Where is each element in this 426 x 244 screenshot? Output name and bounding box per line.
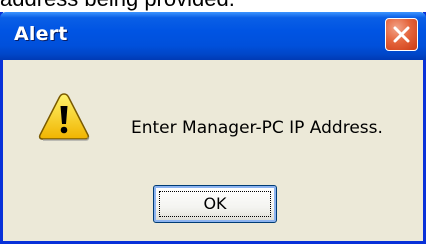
background-text: address being provided. — [0, 0, 426, 12]
alert-message: Enter Manager-PC IP Address. — [131, 118, 383, 138]
title-bar[interactable]: Alert — [0, 12, 426, 60]
dialog-title: Alert — [14, 23, 68, 45]
alert-dialog: Alert Enter Manager-PC IP Address. OK — [0, 12, 426, 244]
ok-button[interactable]: OK — [153, 185, 277, 223]
close-button[interactable] — [385, 18, 418, 51]
ok-button-label: OK — [203, 194, 227, 213]
close-icon — [393, 26, 410, 43]
warning-icon — [38, 93, 90, 141]
